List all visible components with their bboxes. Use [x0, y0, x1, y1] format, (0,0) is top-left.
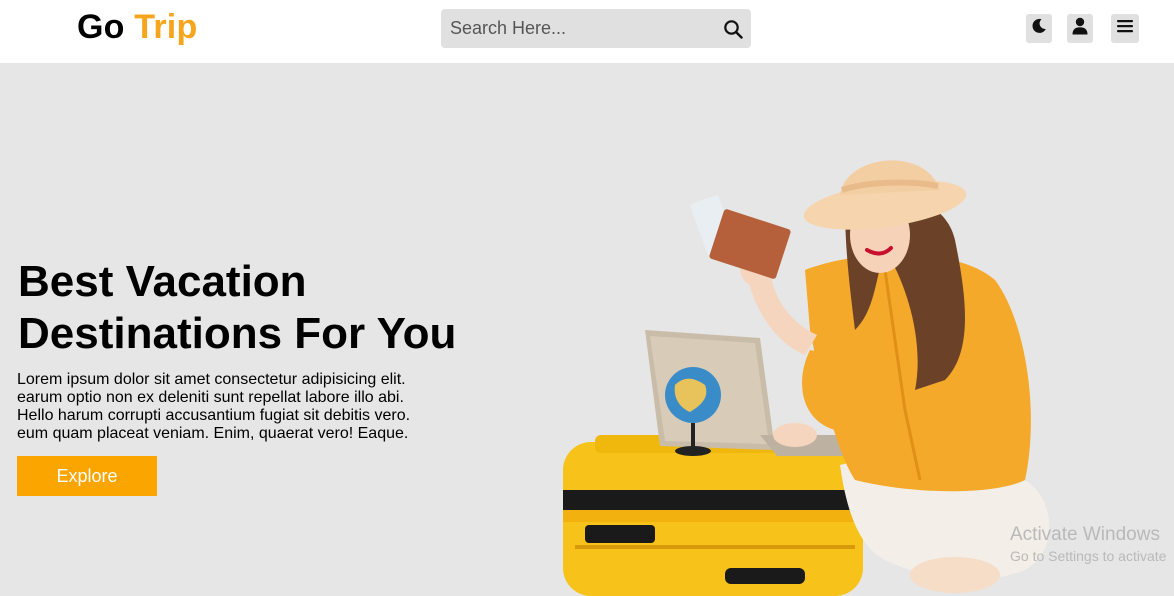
menu-button[interactable]: [1111, 14, 1139, 43]
moon-icon: [1031, 18, 1047, 39]
user-icon: [1072, 17, 1088, 40]
search-box: [441, 9, 751, 48]
watermark-line-2: Go to Settings to activate: [1010, 548, 1167, 564]
activate-windows-watermark: Activate Windows Go to Settings to activ…: [1010, 524, 1166, 564]
watermark-line-1: Activate Windows: [1010, 524, 1160, 545]
theme-toggle-button[interactable]: [1026, 14, 1052, 43]
account-button[interactable]: [1067, 14, 1093, 43]
top-navbar: Go Trip: [0, 0, 1174, 63]
logo-trip: Trip: [134, 8, 198, 46]
logo[interactable]: Go Trip: [77, 8, 197, 47]
hero-title-line-1: Best Vacation: [18, 257, 307, 306]
hero-title: Best Vacation Destinations For You: [18, 256, 518, 360]
search-icon[interactable]: [721, 17, 745, 41]
hero-title-line-2: Destinations For You: [18, 309, 457, 358]
logo-go: Go: [77, 8, 125, 46]
explore-button[interactable]: Explore: [17, 456, 157, 496]
menu-icon: [1117, 19, 1133, 38]
hero-image: [563, 160, 1050, 596]
hero-description: Lorem ipsum dolor sit amet consectetur a…: [17, 371, 411, 442]
search-input[interactable]: [441, 9, 711, 48]
